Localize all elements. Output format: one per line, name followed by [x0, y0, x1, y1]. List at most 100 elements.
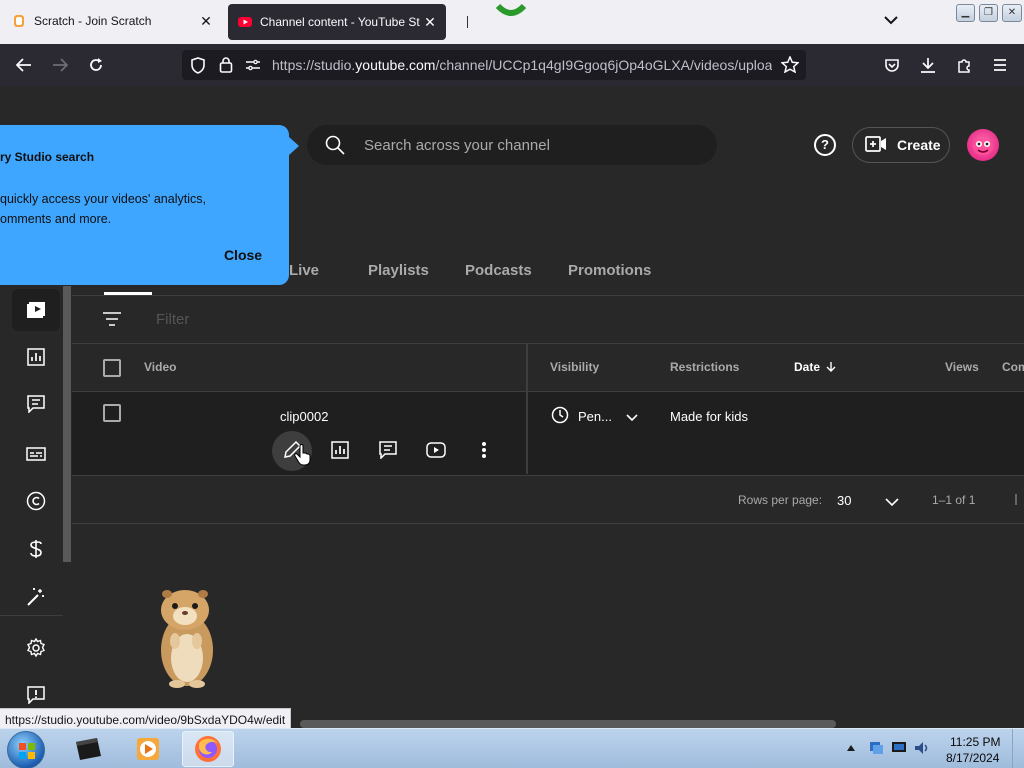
customization-magic-wand-icon[interactable]: [22, 583, 50, 611]
more-options-icon[interactable]: [470, 436, 498, 464]
create-label: Create: [897, 137, 941, 153]
pocket-icon[interactable]: [878, 52, 906, 78]
horizontal-scrollbar[interactable]: [300, 720, 836, 728]
select-all-checkbox[interactable]: [103, 359, 121, 377]
start-menu-windows-icon[interactable]: [7, 731, 45, 768]
send-feedback-icon[interactable]: [22, 681, 50, 709]
filter-icon[interactable]: [102, 311, 122, 327]
tab-label: Scratch - Join Scratch: [34, 14, 152, 28]
tab-label: Channel content - YouTube Studio: [260, 15, 420, 29]
site-permissions-icon[interactable]: [245, 58, 261, 75]
column-header-date[interactable]: Date: [794, 360, 836, 374]
filter-input[interactable]: Filter: [156, 311, 189, 328]
create-button[interactable]: Create: [852, 127, 950, 163]
search-icon: [325, 135, 345, 158]
restrictions-value: Made for kids: [670, 409, 749, 424]
back-arrow-icon[interactable]: [10, 52, 38, 78]
clock-date[interactable]: 8/17/2024: [946, 751, 999, 765]
divider: [0, 615, 63, 616]
column-divider: [526, 344, 528, 474]
column-header-restrictions[interactable]: Restrictions: [670, 360, 739, 374]
url-path: /channel/UCCp1q4gI9Ggoq6jOp4oGLXA/videos…: [435, 57, 772, 73]
rows-per-page-select[interactable]: 30: [837, 493, 851, 508]
rows-per-page-label: Rows per page:: [738, 493, 823, 507]
column-header-video[interactable]: Video: [144, 360, 176, 374]
settings-gear-icon[interactable]: [22, 634, 50, 662]
clock-time[interactable]: 11:25 PM: [950, 735, 1000, 749]
media-player-icon[interactable]: [122, 731, 174, 767]
content-video-icon[interactable]: [22, 296, 50, 324]
bookmark-star-icon[interactable]: [780, 55, 800, 76]
tab-youtube-studio[interactable]: Channel content - YouTube Studio ✕: [228, 4, 446, 40]
tip-body-line: quickly access your videos' analytics,: [0, 192, 206, 206]
comments-icon[interactable]: [374, 436, 402, 464]
tab-live[interactable]: Live: [289, 262, 319, 279]
divider: [72, 295, 1024, 296]
rows-per-page-chevron-icon[interactable]: [885, 495, 899, 510]
youtube-favicon-icon: [238, 15, 252, 29]
minimize-window-button[interactable]: ▁: [956, 4, 975, 22]
close-tip-button[interactable]: Close: [213, 240, 273, 270]
tab-separator: [467, 16, 468, 28]
network-tray-icon[interactable]: [868, 741, 884, 755]
copyright-icon[interactable]: [22, 487, 50, 515]
column-header-comments[interactable]: Com: [1002, 360, 1024, 374]
terminal-app-icon[interactable]: [62, 731, 114, 767]
column-header-visibility[interactable]: Visibility: [550, 360, 599, 374]
visibility-status[interactable]: Pen...: [578, 409, 612, 424]
firefox-taskbar-icon[interactable]: [182, 731, 234, 767]
extensions-puzzle-icon[interactable]: [950, 52, 978, 78]
earn-dollar-icon[interactable]: [22, 535, 50, 563]
show-hidden-icons-icon[interactable]: [846, 741, 862, 755]
tab-podcasts[interactable]: Podcasts: [465, 262, 532, 279]
address-bar[interactable]: https://studio.youtube.com/channel/UCCp1…: [182, 50, 806, 80]
forward-arrow-icon[interactable]: [46, 52, 74, 78]
first-page-icon: [1015, 494, 1017, 505]
account-avatar[interactable]: [967, 129, 999, 161]
hamster-sticker-image: [155, 586, 219, 690]
video-title[interactable]: clip0002: [280, 409, 328, 424]
close-tab-icon[interactable]: ✕: [196, 13, 216, 30]
downloads-icon[interactable]: [914, 52, 942, 78]
subtitles-icon[interactable]: [22, 440, 50, 468]
comments-nav-icon[interactable]: [22, 390, 50, 418]
tab-scratch[interactable]: Scratch - Join Scratch ✕: [0, 2, 222, 40]
tracking-protection-shield-icon[interactable]: [190, 57, 206, 77]
display-tray-icon[interactable]: [891, 741, 907, 755]
youtube-play-icon[interactable]: [422, 436, 450, 464]
divider: [72, 475, 1024, 476]
tab-promotions[interactable]: Promotions: [568, 262, 651, 279]
mouse-pointer-hand-icon: [294, 444, 312, 469]
studio-search-tip-popup: ry Studio search quickly access your vid…: [0, 125, 289, 285]
reload-icon[interactable]: [82, 52, 110, 78]
tip-pointer-arrow: [289, 137, 299, 155]
url-domain: youtube.com: [355, 57, 436, 73]
divider: [72, 523, 1024, 524]
restore-window-button[interactable]: ❐: [979, 4, 998, 22]
column-header-views[interactable]: Views: [945, 360, 979, 374]
tip-title: ry Studio search: [0, 150, 95, 164]
browser-tab-bar: Scratch - Join Scratch ✕ Channel content…: [0, 0, 1024, 44]
close-window-button[interactable]: ✕: [1002, 4, 1022, 22]
lock-icon[interactable]: [219, 56, 233, 76]
windows-taskbar: 11:25 PM 8/17/2024: [0, 728, 1024, 768]
url-text[interactable]: https://studio.youtube.com/channel/UCCp1…: [272, 57, 772, 73]
list-all-tabs-chevron-down-icon[interactable]: [884, 12, 898, 28]
tab-playlists[interactable]: Playlists: [368, 262, 429, 279]
left-nav-scrollbar[interactable]: [63, 286, 71, 562]
pagination-range: 1–1 of 1: [932, 493, 976, 507]
search-input[interactable]: Search across your channel: [307, 125, 717, 165]
create-video-icon: [865, 135, 887, 155]
scratch-favicon-icon: [12, 14, 26, 28]
link-status-url: https://studio.youtube.com/video/9bSxdaY…: [0, 708, 292, 730]
visibility-dropdown-chevron-icon[interactable]: [626, 410, 638, 425]
help-question-icon[interactable]: ?: [814, 134, 836, 156]
close-tab-icon[interactable]: ✕: [420, 14, 440, 31]
analytics-icon[interactable]: [326, 436, 354, 464]
analytics-nav-icon[interactable]: [22, 343, 50, 371]
volume-tray-icon[interactable]: [914, 741, 930, 755]
table-row[interactable]: [72, 392, 1024, 476]
row-checkbox[interactable]: [103, 404, 121, 422]
hamburger-menu-icon[interactable]: [986, 52, 1014, 78]
show-desktop-button[interactable]: [1012, 729, 1024, 768]
